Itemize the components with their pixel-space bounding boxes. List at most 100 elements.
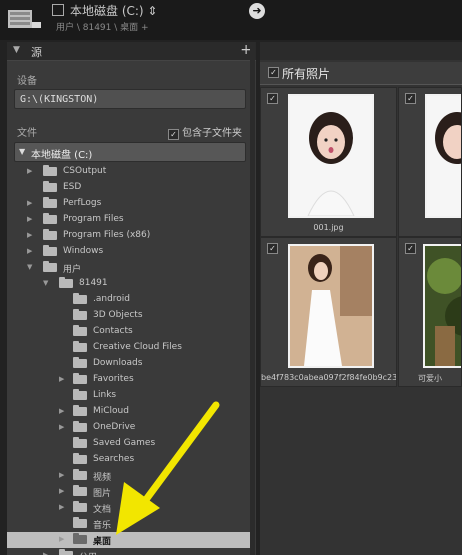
tree-item[interactable]: Creative Cloud Files xyxy=(7,340,251,356)
tree-item[interactable]: ▶ 桌面 xyxy=(7,532,251,548)
tree-item-label: PerfLogs xyxy=(63,198,102,208)
tree-item[interactable]: Downloads xyxy=(7,356,251,372)
checkbox-checked-icon: ✓ xyxy=(168,129,179,140)
source-panel-header[interactable]: ▼ 源 + xyxy=(7,42,256,61)
photo-thumbnail xyxy=(425,94,461,218)
tree-item[interactable]: 3D Objects xyxy=(7,308,251,324)
photo-thumbnail xyxy=(288,94,374,218)
checkbox-checked-icon[interactable]: ✓ xyxy=(267,93,278,104)
checkbox-checked-icon[interactable]: ✓ xyxy=(405,243,416,254)
tree-item[interactable]: ▶ OneDrive xyxy=(7,420,251,436)
tree-item-label: Favorites xyxy=(93,374,134,384)
tree-item-label: MiCloud xyxy=(93,406,129,416)
top-bar: 本地磁盘 (C:) ⇕ 用户 \ 81491 \ 桌面 + ➜ xyxy=(0,0,462,40)
checkbox-checked-icon[interactable]: ✓ xyxy=(267,243,278,254)
tree-item[interactable]: ▶ 文档 xyxy=(7,500,251,516)
files-label: 文件 xyxy=(17,128,37,139)
photo-cell[interactable]: ✓ be4f783c0abea097f2f84fe0b9c23... xyxy=(260,237,397,387)
tree-item[interactable]: ▶ Program Files (x86) xyxy=(7,228,251,244)
photo-caption: 可爱小 xyxy=(418,374,442,383)
forward-arrow-button[interactable]: ➜ xyxy=(249,3,265,19)
tree-item[interactable]: ▼ 81491 xyxy=(7,276,251,292)
folder-icon xyxy=(43,261,57,272)
tree-item[interactable]: ESD xyxy=(7,180,251,196)
tree-item[interactable]: .android xyxy=(7,292,251,308)
tree-item[interactable]: ▶ PerfLogs xyxy=(7,196,251,212)
lexar-logo-icon xyxy=(52,4,64,16)
tree-item[interactable]: Searches xyxy=(7,452,251,468)
expand-triangle-icon[interactable]: ▶ xyxy=(59,535,64,543)
tree-item-label: 用户 xyxy=(63,265,82,275)
tree-item[interactable]: Links xyxy=(7,388,251,404)
expand-triangle-icon[interactable]: ▶ xyxy=(59,471,64,479)
tree-item[interactable]: ▶ MiCloud xyxy=(7,404,251,420)
tree-item[interactable]: ▶ CSOutput xyxy=(7,164,251,180)
girl-photo-icon xyxy=(427,96,461,216)
checkbox-checked-icon[interactable]: ✓ xyxy=(405,93,416,104)
folder-icon xyxy=(43,245,57,256)
tree-item[interactable]: ▶ 公用 xyxy=(7,548,251,555)
tree-item-label: 81491 xyxy=(79,278,108,288)
checkbox-checked-icon[interactable]: ✓ xyxy=(268,67,279,78)
expand-triangle-icon[interactable]: ▶ xyxy=(59,375,64,383)
folder-icon xyxy=(43,197,57,208)
left-panel-scrollbar[interactable] xyxy=(250,42,255,555)
tree-item[interactable]: ▶ Favorites xyxy=(7,372,251,388)
folder-icon xyxy=(73,517,87,528)
expand-triangle-icon[interactable]: ▶ xyxy=(59,503,64,511)
collapse-triangle-icon[interactable]: ▼ xyxy=(27,263,32,271)
tree-item-label: 文档 xyxy=(93,505,112,515)
expand-triangle-icon[interactable]: ▶ xyxy=(27,167,32,175)
device-selector[interactable]: 本地磁盘 (C:) ⇕ xyxy=(52,2,157,19)
photo-cell[interactable]: ✓ 001.jpg xyxy=(260,87,397,237)
tree-item[interactable]: ▶ Windows xyxy=(7,244,251,260)
collapse-triangle-icon[interactable]: ▼ xyxy=(43,279,48,287)
tree-item[interactable]: ▶ 视频 xyxy=(7,468,251,484)
source-panel: ▼ 源 + 设备 G:\(KINGSTON) 文件 ✓ 包含子文件夹 ▼ 本地磁盘… xyxy=(7,42,256,555)
tree-item[interactable]: 音乐 xyxy=(7,516,251,532)
tree-item[interactable]: ▶ 图片 xyxy=(7,484,251,500)
collapse-triangle-icon[interactable]: ▼ xyxy=(13,45,20,55)
folder-icon xyxy=(73,293,87,304)
tree-item[interactable]: Saved Games xyxy=(7,436,251,452)
volume-header-c[interactable]: ▼ 本地磁盘 (C:) xyxy=(14,142,246,162)
tree-item[interactable]: ▶ Program Files xyxy=(7,212,251,228)
include-subfolders-checkbox[interactable]: ✓ 包含子文件夹 xyxy=(168,124,242,140)
photo-cell[interactable]: ✓ xyxy=(398,87,462,237)
photo-cell[interactable]: ✓ 可爱小 xyxy=(398,237,462,387)
tree-item-label: .android xyxy=(93,294,131,304)
folder-icon xyxy=(43,181,57,192)
breadcrumb[interactable]: 用户 \ 81491 \ 桌面 + xyxy=(56,20,149,33)
folder-icon xyxy=(73,373,87,384)
expand-triangle-icon[interactable]: ▶ xyxy=(27,215,32,223)
tree-item[interactable]: Contacts xyxy=(7,324,251,340)
expand-triangle-icon[interactable]: ▶ xyxy=(43,551,48,555)
tree-item-label: Windows xyxy=(63,246,104,256)
expand-triangle-icon[interactable]: ▶ xyxy=(59,407,64,415)
folder-icon xyxy=(73,389,87,400)
device-name: 本地磁盘 (C:) ⇕ xyxy=(70,4,158,18)
tree-item-label: Contacts xyxy=(93,326,133,336)
tree-item-label: Links xyxy=(93,390,117,400)
expand-triangle-icon[interactable]: ▶ xyxy=(27,231,32,239)
tree-item-label: 桌面 xyxy=(93,537,112,547)
tree-item-label: Creative Cloud Files xyxy=(93,342,182,352)
tree-item[interactable]: ▼ 用户 xyxy=(7,260,251,276)
expand-triangle-icon[interactable]: ▶ xyxy=(27,247,32,255)
volume-label: 本地磁盘 (C:) xyxy=(31,150,93,161)
expand-triangle-icon[interactable]: ▶ xyxy=(27,199,32,207)
folder-icon xyxy=(73,469,87,480)
hard-drive-icon xyxy=(8,10,41,28)
all-photos-header[interactable]: ✓ 所有照片 xyxy=(260,62,462,85)
girl-surprised-photo-icon xyxy=(290,96,372,216)
expand-triangle-icon[interactable]: ▶ xyxy=(59,487,64,495)
folder-icon xyxy=(73,325,87,336)
grid-toolbar xyxy=(260,42,462,60)
folder-icon xyxy=(73,437,87,448)
forest-photo-icon xyxy=(425,246,461,366)
folder-icon xyxy=(43,165,57,176)
device-field[interactable]: G:\(KINGSTON) xyxy=(14,89,246,109)
expand-triangle-icon[interactable]: ▶ xyxy=(59,423,64,431)
folder-icon xyxy=(43,229,57,240)
folder-icon xyxy=(43,213,57,224)
